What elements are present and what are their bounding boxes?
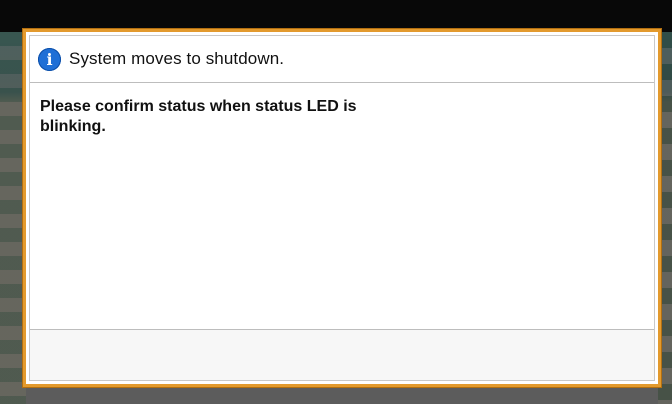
dialog-body: Please confirm status when status LED is… bbox=[30, 83, 654, 331]
dialog-header: i System moves to shutdown. bbox=[30, 36, 654, 83]
top-status-bar bbox=[0, 0, 672, 32]
dialog-title: System moves to shutdown. bbox=[69, 49, 285, 68]
shutdown-dialog: i System moves to shutdown. Please confi… bbox=[23, 29, 661, 387]
dialog-message: Please confirm status when status LED is… bbox=[40, 98, 357, 135]
dialog-footer bbox=[30, 329, 654, 380]
info-icon: i bbox=[38, 47, 61, 71]
dialog-panel: i System moves to shutdown. Please confi… bbox=[29, 35, 655, 381]
touch-panel-screen: i System moves to shutdown. Please confi… bbox=[0, 0, 672, 404]
